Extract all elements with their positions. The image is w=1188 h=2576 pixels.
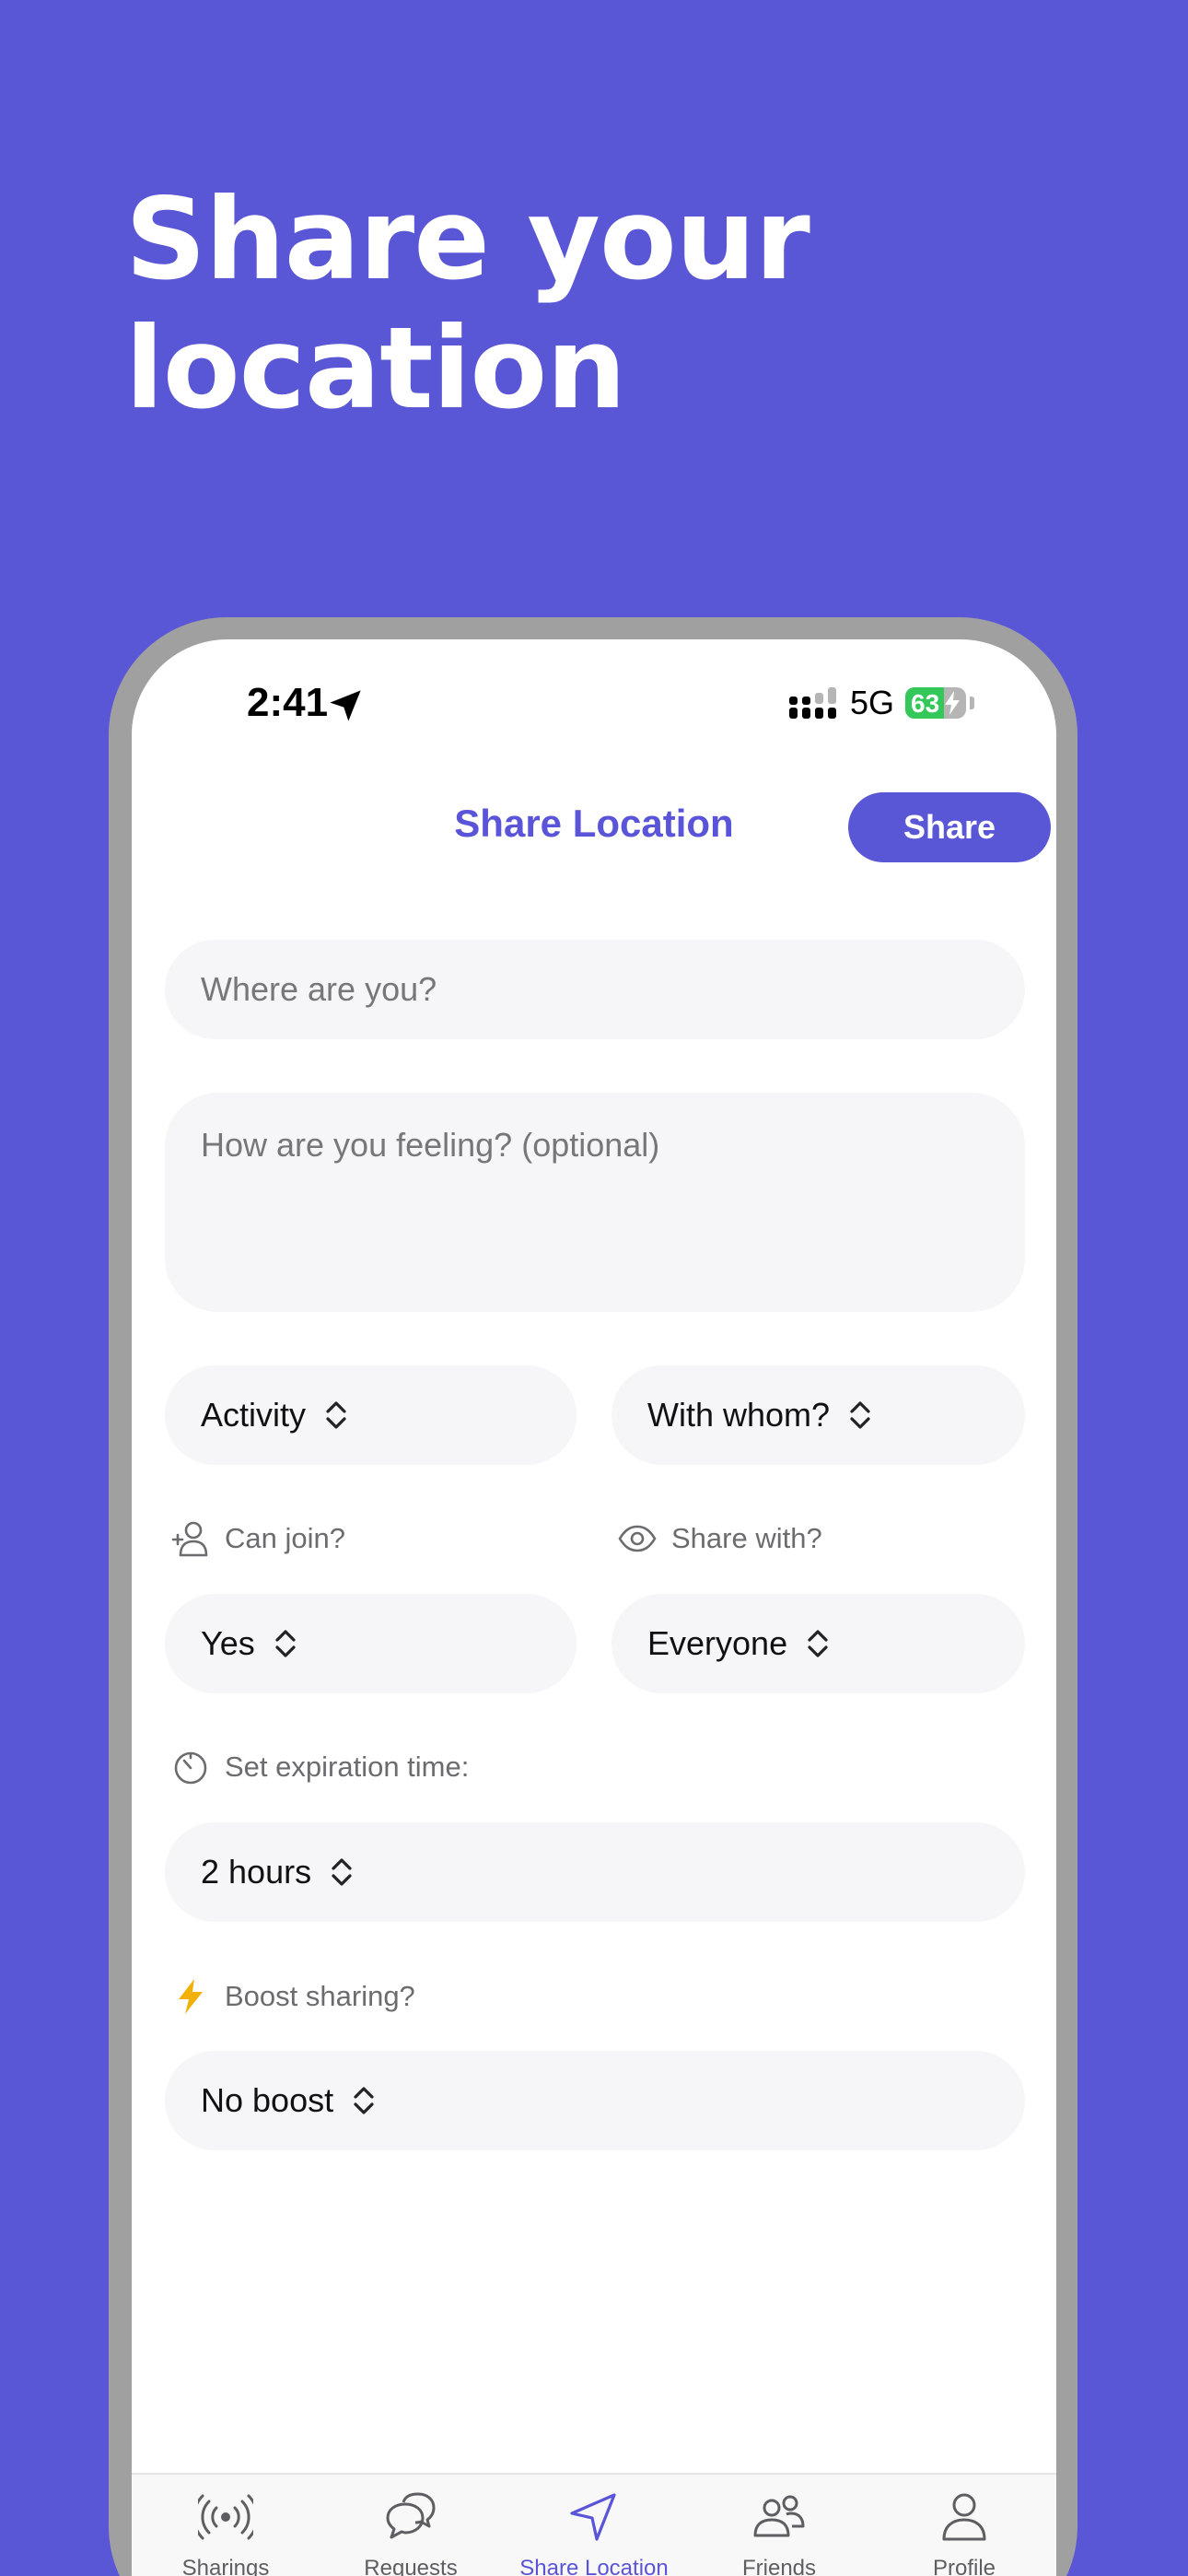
expiration-text: Set expiration time:: [225, 1751, 470, 1783]
chevron-up-down-icon: [332, 1858, 352, 1886]
chevron-up-down-icon: [326, 1401, 346, 1429]
chevron-up-down-icon: [808, 1630, 828, 1657]
can-join-value: Yes: [201, 1624, 255, 1662]
chevron-up-down-icon: [850, 1401, 870, 1429]
phone-screen: 2:41 5G 63 Share Location Share Where ar…: [132, 639, 1056, 2576]
chevron-up-down-icon: [354, 2087, 374, 2114]
person-icon: [942, 2493, 986, 2541]
promo-headline-line2: location: [125, 303, 626, 434]
tab-requests[interactable]: Requests: [319, 2491, 503, 2576]
share-with-value: Everyone: [647, 1624, 788, 1662]
activity-value: Activity: [201, 1396, 307, 1434]
promo-headline-line1: Share your: [125, 174, 810, 305]
can-join-select[interactable]: Yes: [165, 1594, 577, 1693]
can-join-label: Can join?: [171, 1520, 345, 1557]
tab-label: Friends: [741, 2556, 817, 2576]
battery-nub: [970, 697, 974, 709]
tab-friends[interactable]: Friends: [687, 2491, 871, 2576]
share-button[interactable]: Share: [848, 792, 1051, 862]
tab-share-location[interactable]: Share Location: [502, 2491, 686, 2576]
promo-headline: Share your location: [125, 175, 1046, 433]
chevron-up-down-icon: [275, 1630, 296, 1657]
where-placeholder: Where are you?: [201, 970, 437, 1008]
chat-bubbles-icon: [386, 2492, 436, 2539]
share-with-label: Share with?: [618, 1520, 822, 1557]
boost-select[interactable]: No boost: [165, 2051, 1025, 2150]
tab-label: Profile: [932, 2556, 996, 2576]
network-type: 5G: [850, 684, 895, 721]
expiration-value: 2 hours: [201, 1853, 312, 1891]
location-arrow-icon: [570, 2493, 616, 2541]
boost-value: No boost: [201, 2081, 334, 2119]
tab-sharings[interactable]: Sharings: [134, 2491, 318, 2576]
feeling-textarea[interactable]: How are you feeling? (optional): [165, 1093, 1025, 1312]
tab-profile[interactable]: Profile: [872, 2491, 1056, 2576]
with-whom-value: With whom?: [647, 1396, 831, 1434]
eye-icon: [618, 1525, 657, 1552]
expiration-label: Set expiration time:: [171, 1749, 469, 1786]
tab-label: Share Location: [519, 2556, 669, 2576]
battery-percent: 63: [911, 689, 940, 718]
cellular-signal-icon: [789, 687, 836, 719]
with-whom-select[interactable]: With whom?: [611, 1365, 1025, 1465]
add-person-icon: [171, 1521, 208, 1557]
battery-indicator: 63: [905, 687, 966, 719]
status-time: 2:41: [247, 680, 329, 725]
boost-text: Boost sharing?: [225, 1980, 415, 2012]
where-input[interactable]: Where are you?: [165, 940, 1025, 1039]
boost-label: Boost sharing?: [171, 1977, 415, 2016]
expiration-select[interactable]: 2 hours: [165, 1822, 1025, 1922]
friends-icon: [753, 2495, 805, 2537]
tab-label: Sharings: [181, 2556, 270, 2576]
tab-label: Requests: [364, 2556, 458, 2576]
lightning-bolt-icon: [179, 1979, 203, 2014]
activity-select[interactable]: Activity: [165, 1365, 577, 1465]
tab-bar: Sharings Requests Share Location Friends: [132, 2473, 1056, 2576]
timer-icon: [174, 1751, 207, 1785]
share-with-text: Share with?: [671, 1522, 822, 1554]
charging-bolt-icon: [945, 691, 960, 715]
share-with-select[interactable]: Everyone: [611, 1594, 1025, 1693]
location-services-icon: [330, 690, 361, 721]
broadcast-icon: [198, 2494, 253, 2540]
can-join-text: Can join?: [225, 1522, 345, 1554]
feeling-placeholder: How are you feeling? (optional): [201, 1126, 660, 1164]
